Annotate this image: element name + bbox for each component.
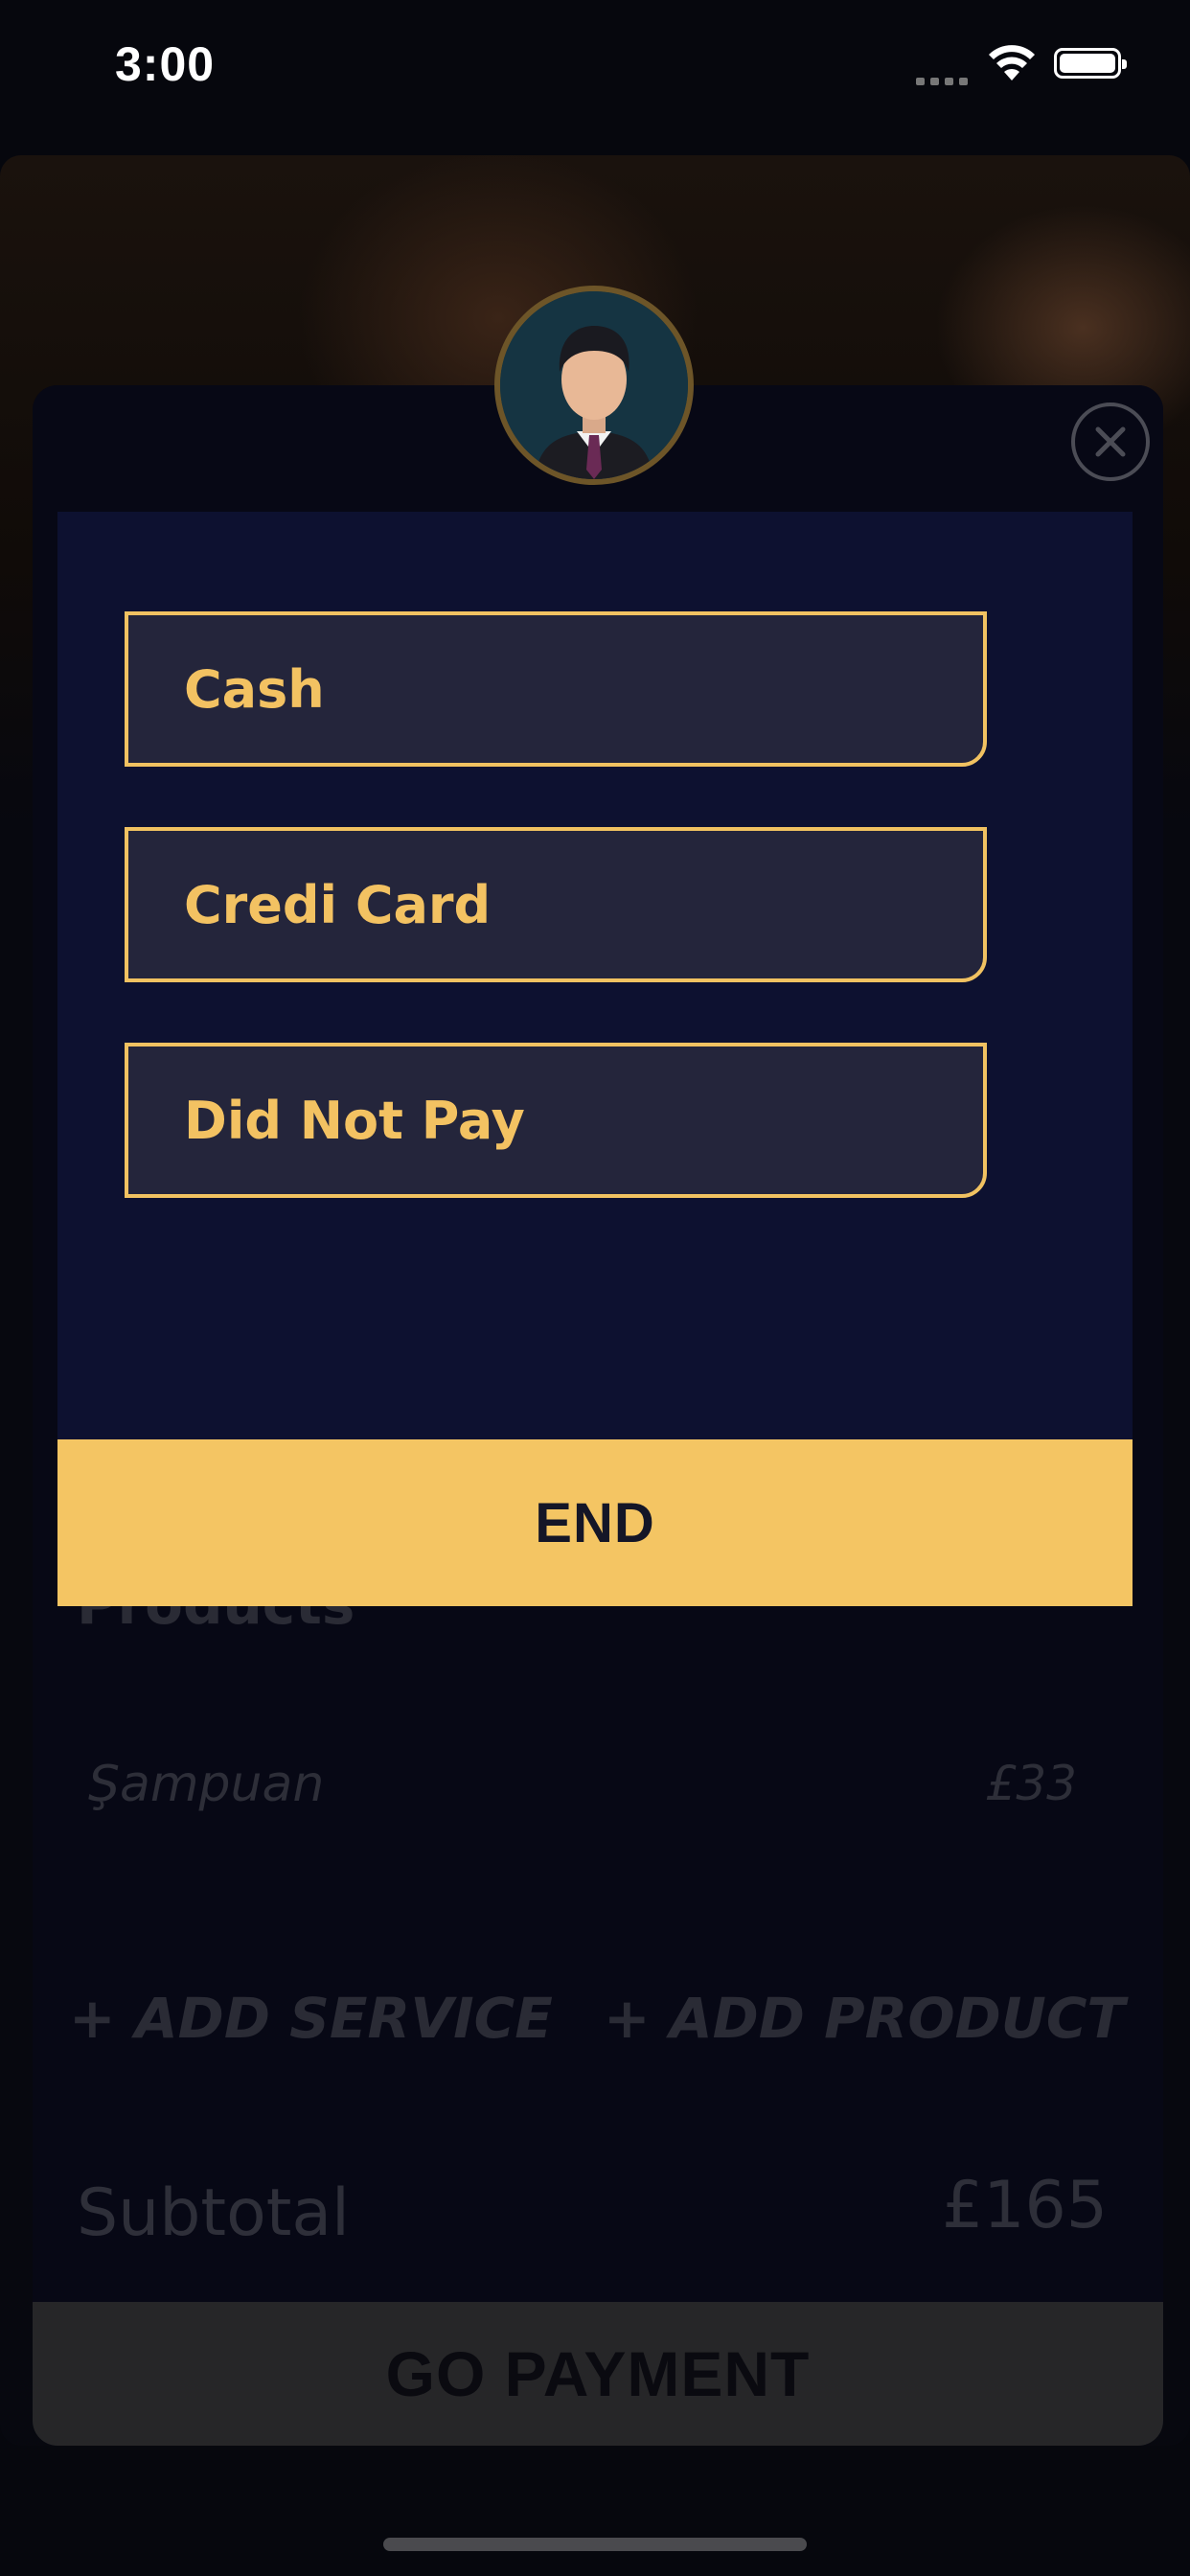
subtotal-value: £165 [941,2168,1108,2243]
payment-option-credit-card[interactable]: Credi Card [125,827,987,982]
payment-option-did-not-pay[interactable]: Did Not Pay [125,1043,987,1198]
cellular-signal-icon [916,73,973,85]
status-time: 3:00 [115,37,216,91]
subtotal-label: Subtotal [77,2175,350,2251]
home-indicator[interactable] [383,2538,807,2551]
product-name: Şampuan [88,1756,325,1813]
close-button[interactable] [1071,402,1150,481]
end-button[interactable]: END [57,1439,1133,1606]
product-price: £33 [985,1756,1077,1811]
barber-avatar [494,286,694,485]
person-avatar-icon [500,291,688,479]
close-icon [1095,426,1126,457]
go-payment-button[interactable]: GO PAYMENT [33,2302,1163,2446]
payment-option-cash[interactable]: Cash [125,611,987,767]
add-service-button[interactable]: + ADD SERVICE [69,1986,553,2051]
battery-icon [1054,48,1127,79]
wifi-icon [987,44,1037,82]
add-product-button[interactable]: + ADD PRODUCT [604,1986,1125,2051]
